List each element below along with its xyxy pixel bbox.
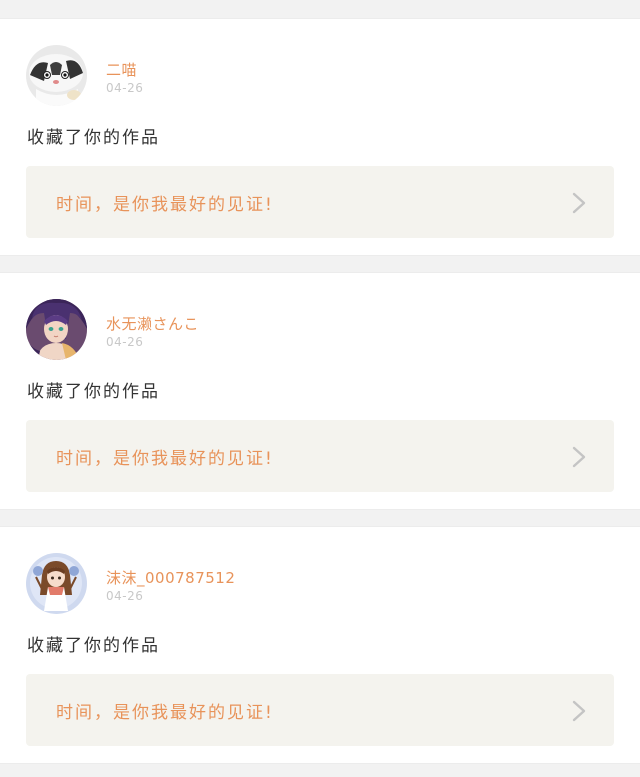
notification-card: 水无濑さんこ 04-26 收藏了你的作品 时间，是你我最好的见证! [0, 272, 640, 510]
username[interactable]: 水无濑さんこ [106, 313, 199, 334]
timestamp: 04-26 [106, 81, 144, 95]
user-avatar[interactable] [26, 45, 87, 106]
timestamp: 04-26 [106, 335, 144, 349]
chibi-girl-avatar-icon [26, 553, 87, 614]
quote-link[interactable]: 时间，是你我最好的见证! [26, 166, 614, 238]
chevron-right-icon [572, 446, 586, 468]
user-avatar[interactable] [26, 299, 87, 360]
user-avatar[interactable] [26, 553, 87, 614]
action-text: 收藏了你的作品 [27, 382, 160, 402]
notification-card: 二喵 04-26 收藏了你的作品 时间，是你我最好的见证! [0, 18, 640, 256]
cat-avatar-icon [26, 45, 87, 106]
timestamp: 04-26 [106, 589, 144, 603]
chevron-right-icon [572, 700, 586, 722]
anime-girl-avatar-icon [26, 299, 87, 360]
quote-link[interactable]: 时间，是你我最好的见证! [26, 420, 614, 492]
notification-feed: 二喵 04-26 收藏了你的作品 时间，是你我最好的见证! 水无濑さんこ 04-… [0, 0, 640, 777]
quote-link[interactable]: 时间，是你我最好的见证! [26, 674, 614, 746]
username[interactable]: 二喵 [106, 59, 137, 80]
action-text: 收藏了你的作品 [27, 128, 160, 148]
quote-text: 时间，是你我最好的见证! [56, 449, 274, 469]
quote-text: 时间，是你我最好的见证! [56, 195, 274, 215]
action-text: 收藏了你的作品 [27, 636, 160, 656]
chevron-right-icon [572, 192, 586, 214]
notification-card: 沫沫_000787512 04-26 收藏了你的作品 时间，是你我最好的见证! [0, 526, 640, 764]
quote-text: 时间，是你我最好的见证! [56, 703, 274, 723]
username[interactable]: 沫沫_000787512 [106, 567, 235, 588]
